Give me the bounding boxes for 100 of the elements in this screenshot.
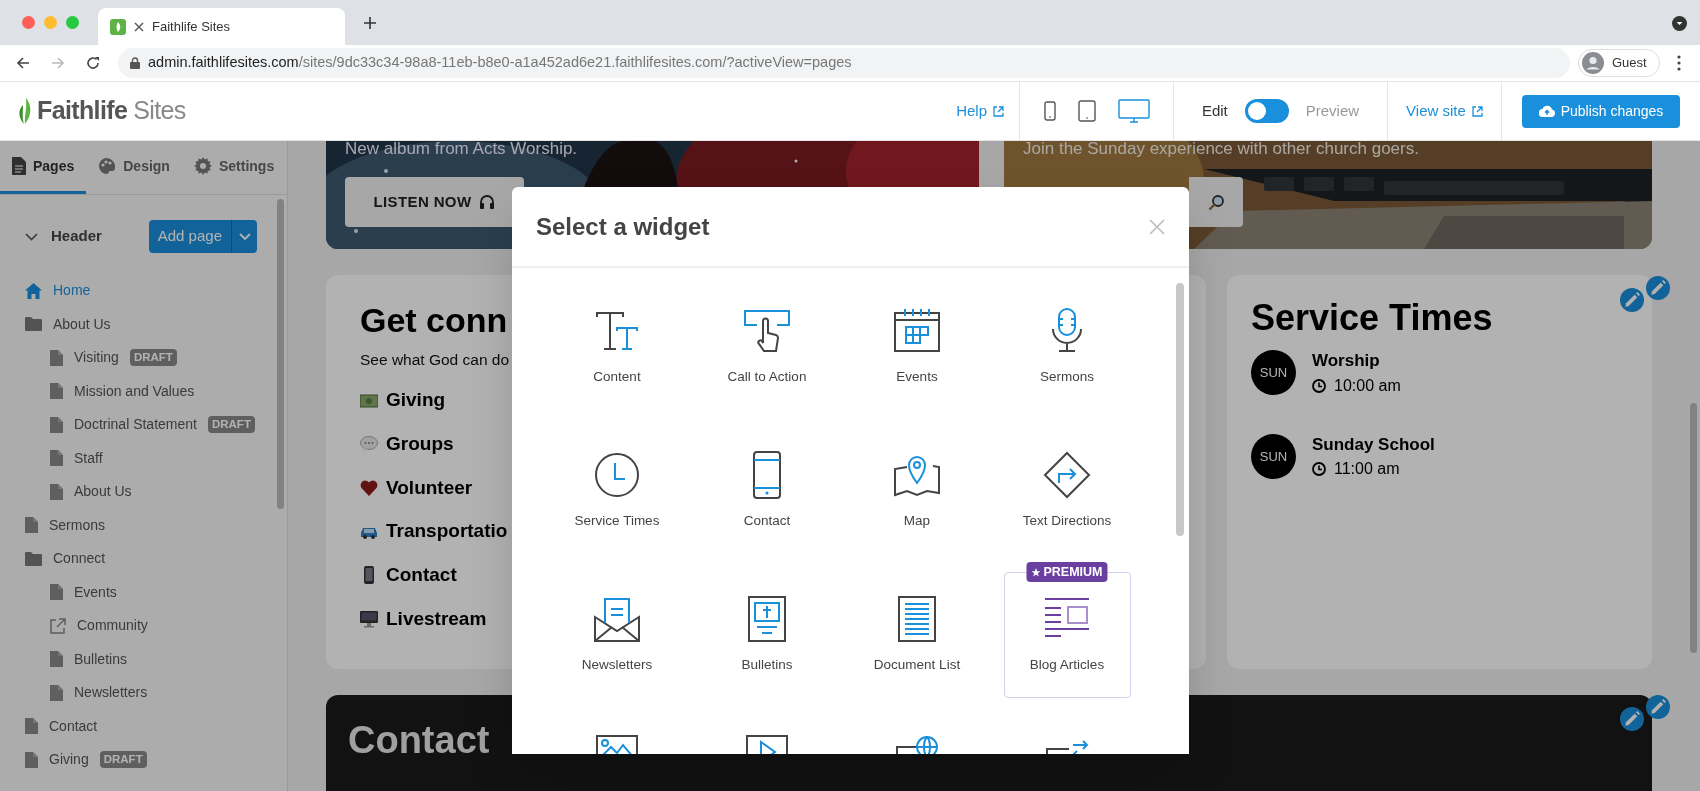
home-icon (25, 282, 42, 299)
page-tree-item[interactable]: Bulletins (0, 642, 287, 676)
service-name: Worship (1312, 350, 1381, 372)
page-icon (50, 584, 63, 601)
scrollbar-thumb[interactable] (1176, 283, 1184, 536)
publish-changes-button[interactable]: Publish changes (1521, 94, 1681, 128)
widget-option[interactable]: Content (553, 284, 681, 410)
clock-icon (1312, 462, 1326, 476)
page-tree-item[interactable]: Mission and Values (0, 374, 287, 408)
service-time: 11:00 am (1334, 459, 1400, 479)
modal-title: Select a widget (536, 211, 710, 242)
page-tree-item[interactable]: Sermons (0, 508, 287, 542)
draft-badge: DRAFT (207, 416, 255, 434)
address-bar[interactable]: admin.faithlifesites.com/sites/9dc33c34-98a8-11eb-b8e0-a1a452ad6e21.faithlifesites.com/?activeView=pages (118, 48, 1570, 78)
section-toggle[interactable]: Header (25, 225, 102, 248)
connect-link[interactable]: Groups (386, 430, 454, 459)
calendar-icon (893, 306, 941, 355)
sidebar-tab[interactable]: Pages (0, 141, 87, 194)
widget-option[interactable]: Contact (703, 428, 831, 554)
edit-pencil-button[interactable] (1646, 695, 1670, 719)
sidebar-tab[interactable]: Design (86, 141, 182, 194)
avatar-icon (1582, 52, 1604, 74)
card-title: Get conn (360, 300, 508, 341)
premium-badge: PREMIUM (1026, 562, 1108, 582)
close-window-icon[interactable] (22, 16, 35, 29)
lock-icon (130, 57, 140, 69)
clock-icon (593, 450, 641, 499)
page-tree-item[interactable]: Connect (0, 542, 287, 576)
phone-view-button[interactable] (1043, 101, 1056, 121)
view-site-link[interactable]: View site (1406, 99, 1483, 123)
edit-preview-toggle[interactable] (1244, 99, 1289, 123)
edit-label: Edit (1201, 100, 1228, 121)
desktop-view-button[interactable] (1117, 99, 1150, 123)
listen-now-button[interactable]: LISTEN NOW (345, 177, 524, 227)
document-icon (12, 157, 26, 175)
hero-caption: New album from Acts Worship. (345, 141, 578, 160)
day-badge: SUN (1251, 350, 1296, 396)
page-tree-item[interactable]: About Us (0, 475, 287, 509)
page-tree-item[interactable]: Events (0, 575, 287, 609)
page-icon (50, 651, 63, 668)
speech-bubble-icon (360, 435, 378, 454)
draft-badge: DRAFT (129, 349, 177, 367)
connect-link[interactable]: Contact (386, 561, 457, 590)
page-tree-item[interactable]: Contact (0, 709, 287, 743)
external-link-icon (1471, 105, 1483, 117)
back-icon[interactable] (15, 55, 31, 71)
scrollbar-thumb[interactable] (1690, 403, 1697, 653)
widget-option[interactable]: Document List (853, 572, 981, 698)
page-icon (25, 517, 38, 534)
edit-pencil-button[interactable] (1620, 707, 1644, 731)
card-title: Contact (348, 718, 490, 763)
scrollbar-thumb[interactable] (277, 199, 284, 509)
add-page-dropdown-button[interactable] (231, 220, 257, 253)
page-tree-item[interactable]: Visiting DRAFT (0, 341, 287, 375)
widget-option[interactable]: Sermons (1003, 284, 1131, 410)
search-icon (1208, 193, 1225, 211)
widget-option[interactable]: Bulletins (703, 572, 831, 698)
page-icon (50, 383, 63, 400)
browser-tab[interactable]: Faithlife Sites (98, 8, 345, 45)
page-tree-item[interactable]: Giving DRAFT (0, 743, 287, 777)
close-tab-icon[interactable] (134, 21, 144, 32)
help-link[interactable]: Help (956, 99, 1019, 123)
widget-option[interactable]: Events (853, 284, 981, 410)
page-tree-item[interactable]: About Us (0, 307, 287, 341)
widget-option[interactable]: Map (853, 428, 981, 554)
page-icon (50, 349, 63, 366)
widget-option[interactable]: Text Directions (1003, 428, 1131, 554)
tablet-view-button[interactable] (1077, 100, 1096, 122)
more-menu-icon[interactable] (1676, 55, 1681, 71)
page-icon (50, 483, 63, 500)
card-text: See what God can do (360, 349, 511, 370)
page-tree-item[interactable]: Newsletters (0, 676, 287, 710)
folder-icon (25, 317, 42, 332)
palette-icon (98, 157, 117, 175)
preview-label: Preview (1305, 100, 1360, 121)
cloud-upload-icon (1538, 105, 1555, 117)
page-tree-item[interactable]: Community (0, 609, 287, 643)
url-text: admin.faithlifesites.com/sites/9dc33c34-98a8-11eb-b8e0-a1a452ad6e21.faithlifesites.com/?activeView=pages (148, 53, 852, 73)
tab-search-icon[interactable] (1672, 16, 1687, 31)
widget-option[interactable]: Service Times (553, 428, 681, 554)
search-button[interactable] (1189, 177, 1243, 227)
widget-option[interactable]: Call to Action (703, 284, 831, 410)
connect-link[interactable]: Livestream (386, 604, 487, 634)
sidebar-tab[interactable]: Settings (181, 141, 287, 194)
headphones-icon (479, 194, 496, 210)
card-title: Service Times (1251, 296, 1493, 340)
new-tab-icon[interactable] (362, 14, 378, 31)
draft-badge: DRAFT (99, 751, 147, 769)
chevron-down-icon (25, 232, 38, 241)
connect-link[interactable]: Transportatio (386, 517, 508, 546)
settings-icon (193, 157, 212, 175)
day-badge: SUN (1251, 433, 1296, 479)
page-tree-item[interactable]: Staff (0, 441, 287, 475)
connect-link[interactable]: Volunteer (386, 473, 473, 503)
page-tree-item[interactable]: Doctrinal Statement DRAFT (0, 408, 287, 442)
reload-icon[interactable] (85, 55, 101, 71)
close-button[interactable] (1149, 218, 1165, 235)
connect-link[interactable]: Giving (386, 386, 446, 415)
forward-icon[interactable] (50, 55, 66, 71)
widget-option[interactable]: Newsletters (553, 572, 681, 698)
